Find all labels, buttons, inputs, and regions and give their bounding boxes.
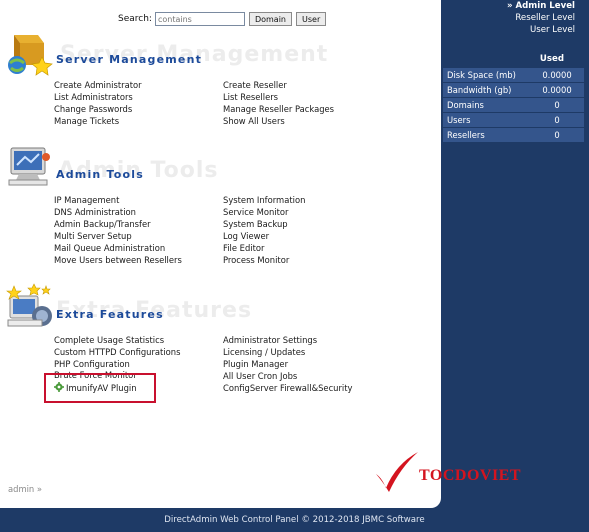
admin-tools-icon [8, 147, 50, 186]
all-user-cron-jobs-link[interactable]: All User Cron Jobs [223, 371, 297, 381]
file-editor-link[interactable]: File Editor [223, 243, 264, 253]
stats-label: Users [447, 115, 471, 125]
multi-server-setup-link[interactable]: Multi Server Setup [54, 231, 132, 241]
tocdoviet-watermark: TOCDOVIET [419, 467, 522, 484]
tocdoviet-logo-icon [376, 452, 418, 492]
list-resellers-link[interactable]: List Resellers [223, 92, 278, 102]
stats-row: Bandwidth (gb) 0.0000 [443, 83, 584, 97]
mail-queue-administration-link[interactable]: Mail Queue Administration [54, 243, 165, 253]
create-administrator-link[interactable]: Create Administrator [54, 80, 142, 90]
search-input[interactable] [154, 12, 245, 26]
configserver-firewall-security-link[interactable]: ConfigServer Firewall&Security [223, 383, 353, 393]
reseller-level-link[interactable]: Reseller Level [507, 12, 575, 24]
log-viewer-link[interactable]: Log Viewer [223, 231, 269, 241]
stats-value: 0.0000 [542, 70, 572, 80]
used-column-header: Used [539, 54, 564, 64]
plugin-manager-link[interactable]: Plugin Manager [223, 359, 288, 369]
complete-usage-statistics-link[interactable]: Complete Usage Statistics [54, 335, 164, 345]
stats-row: Disk Space (mb) 0.0000 [443, 68, 584, 82]
stats-value: 0.0000 [542, 85, 572, 95]
stats-value: 0 [554, 115, 560, 125]
licensing-updates-link[interactable]: Licensing / Updates [223, 347, 305, 357]
stats-value: 0 [554, 100, 560, 110]
extra-features-title: Extra Features [56, 308, 164, 321]
show-all-users-link[interactable]: Show All Users [223, 116, 285, 126]
footer: DirectAdmin Web Control Panel © 2012-201… [0, 508, 589, 532]
level-switcher: » Admin Level Reseller Level User Level [507, 0, 575, 36]
stats-value: 0 [554, 130, 560, 140]
main-panel: Search: Domain User Server Management Se… [0, 0, 521, 508]
dns-administration-link[interactable]: DNS Administration [54, 207, 136, 217]
imunifyav-highlight-box [44, 373, 156, 403]
user-level-link[interactable]: User Level [507, 24, 575, 36]
breadcrumb[interactable]: admin » [8, 484, 42, 494]
system-information-link[interactable]: System Information [223, 195, 305, 205]
search-label: Search: [118, 14, 152, 24]
server-management-icon [8, 35, 53, 76]
move-users-between-resellers-link[interactable]: Move Users between Resellers [54, 255, 182, 265]
admin-tools-title: Admin Tools [56, 168, 144, 181]
stats-row: Domains 0 [443, 98, 584, 112]
custom-httpd-configurations-link[interactable]: Custom HTTPD Configurations [54, 347, 180, 357]
manage-reseller-packages-link[interactable]: Manage Reseller Packages [223, 104, 334, 114]
stats-row: Users 0 [443, 113, 584, 127]
extra-features-icon [6, 283, 52, 327]
admin-backup-transfer-link[interactable]: Admin Backup/Transfer [54, 219, 151, 229]
server-management-title: Server Management [56, 53, 203, 66]
footer-copyright: DirectAdmin Web Control Panel © 2012-201… [164, 515, 425, 525]
create-reseller-link[interactable]: Create Reseller [223, 80, 287, 90]
search-bar: Search: Domain User [118, 12, 327, 26]
user-search-button[interactable]: User [296, 12, 327, 26]
ip-management-link[interactable]: IP Management [54, 195, 119, 205]
stats-row: Resellers 0 [443, 128, 584, 142]
stats-label: Disk Space (mb) [447, 70, 516, 80]
domain-search-button[interactable]: Domain [248, 12, 292, 26]
php-configuration-link[interactable]: PHP Configuration [54, 359, 130, 369]
stats-label: Domains [447, 100, 484, 110]
list-administrators-link[interactable]: List Administrators [54, 92, 133, 102]
stats-label: Bandwidth (gb) [447, 85, 512, 95]
change-passwords-link[interactable]: Change Passwords [54, 104, 132, 114]
stats-label: Resellers [447, 130, 485, 140]
service-monitor-link[interactable]: Service Monitor [223, 207, 288, 217]
admin-level-link[interactable]: » Admin Level [507, 0, 575, 12]
usage-stats-table: Used Disk Space (mb) 0.0000 Bandwidth (g… [443, 50, 584, 143]
system-backup-link[interactable]: System Backup [223, 219, 288, 229]
administrator-settings-link[interactable]: Administrator Settings [223, 335, 317, 345]
manage-tickets-link[interactable]: Manage Tickets [54, 116, 119, 126]
process-monitor-link[interactable]: Process Monitor [223, 255, 289, 265]
